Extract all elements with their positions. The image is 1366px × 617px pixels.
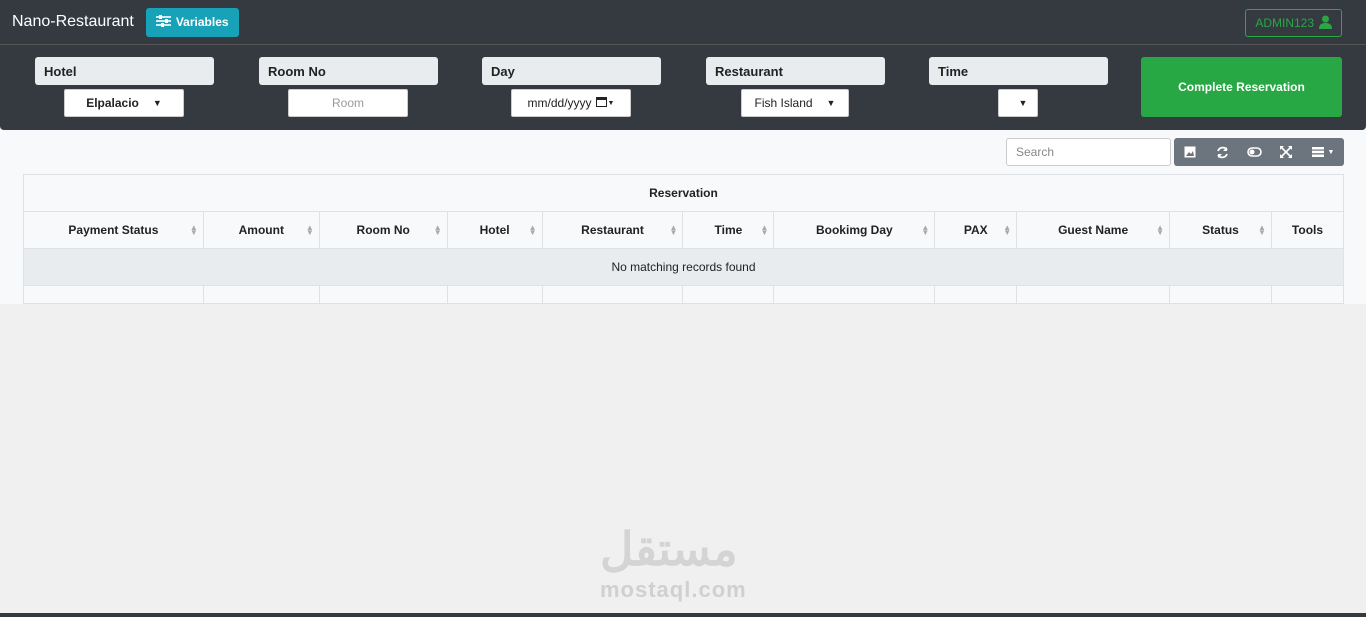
restaurant-label: Restaurant: [706, 57, 885, 85]
toggle-icon[interactable]: [1238, 138, 1270, 166]
reservation-table: Reservation Payment Status ▲ ▼ Amount ▲ ▼ Ro…: [23, 174, 1345, 304]
sort-icon: ▲ ▼: [669, 223, 678, 237]
mostaql-logo: مستقل: [600, 523, 738, 575]
restaurant-select[interactable]: Fish Island ▼: [741, 89, 849, 117]
table-toolbar: ▼: [1174, 138, 1344, 166]
chevron-down-icon: ▼: [1327, 148, 1335, 156]
refresh-icon[interactable]: [1206, 138, 1238, 166]
col-time[interactable]: Time ▲ ▼: [682, 211, 775, 249]
col-guest-name[interactable]: Guest Name ▲ ▼: [1016, 211, 1171, 249]
hotel-value: Elpalacio: [86, 96, 139, 110]
chevron-down-icon: ▼: [607, 99, 615, 107]
sort-icon: ▲ ▼: [921, 223, 930, 237]
col-pax[interactable]: PAX ▲ ▼: [934, 211, 1018, 249]
sort-icon: ▲ ▼: [189, 223, 198, 237]
room-placeholder: Room: [331, 96, 364, 110]
sort-icon: ▲ ▼: [305, 223, 314, 237]
col-hotel[interactable]: Hotel ▲ ▼: [446, 211, 543, 249]
time-select[interactable]: ▼: [998, 89, 1038, 117]
time-label: Time: [929, 57, 1108, 85]
list-icon: [1311, 147, 1324, 157]
col-booking-day[interactable]: Bookimg Day ▲ ▼: [773, 211, 936, 249]
sliders-icon: [155, 14, 171, 30]
admin-user-button[interactable]: ADMIN123: [1245, 9, 1342, 37]
sort-icon: ▲ ▼: [433, 223, 442, 237]
sort-icon: ▲ ▼: [1258, 223, 1266, 237]
complete-reservation-button[interactable]: Complete Reservation: [1141, 57, 1342, 117]
table-row: No matching records found: [23, 248, 1344, 286]
day-placeholder: mm/dd/yyyy: [527, 96, 592, 110]
admin-label: ADMIN123: [1255, 16, 1314, 30]
col-tools: Tools: [1270, 211, 1345, 249]
calendar-icon: [595, 96, 607, 110]
columns-menu-button[interactable]: ▼: [1302, 138, 1344, 166]
col-room-no[interactable]: Room No ▲ ▼: [318, 211, 448, 249]
search-input[interactable]: Search: [1006, 138, 1171, 166]
brand-title[interactable]: Nano-Restaurant: [12, 13, 134, 31]
hotel-label: Hotel: [35, 57, 214, 85]
room-label: Room No: [259, 57, 438, 85]
restaurant-value: Fish Island: [754, 96, 813, 110]
empty-message: No matching records found: [23, 248, 1344, 286]
fullscreen-icon[interactable]: [1270, 138, 1302, 166]
variables-button[interactable]: Variables: [145, 7, 239, 37]
variables-label: Variables: [175, 15, 229, 29]
reservation-table-area: Search ▼ Reservation Payment Status ▲ ▼ Am…: [0, 130, 1366, 304]
user-icon: [1319, 15, 1332, 32]
sort-icon: ▲ ▼: [760, 223, 769, 237]
col-amount[interactable]: Amount ▲ ▼: [202, 211, 320, 249]
col-status[interactable]: Status ▲ ▼: [1169, 211, 1272, 249]
sort-icon: ▲ ▼: [1003, 223, 1012, 237]
mostaql-url: mostaql.com: [600, 577, 747, 602]
chevron-down-icon: ▼: [826, 98, 836, 108]
reservation-form: Hotel Elpalacio ▼ Room No Room Day mm/dd…: [0, 45, 1366, 130]
table-caption: Reservation: [23, 174, 1344, 212]
sort-icon: ▲ ▼: [528, 223, 537, 237]
search-placeholder: Search: [1016, 145, 1055, 159]
room-input[interactable]: Room: [288, 89, 408, 117]
table-footer-row: [23, 285, 1345, 304]
chevron-down-icon: ▼: [1018, 98, 1028, 108]
hotel-select[interactable]: Elpalacio ▼: [64, 89, 184, 117]
col-restaurant[interactable]: Restaurant ▲ ▼: [541, 211, 684, 249]
bottom-bar: [0, 613, 1366, 617]
top-navbar: Nano-Restaurant Variables ADMIN123: [0, 0, 1366, 45]
image-icon[interactable]: [1174, 138, 1206, 166]
day-label: Day: [482, 57, 661, 85]
sort-icon: ▲ ▼: [1156, 223, 1165, 237]
chevron-down-icon: ▼: [152, 98, 162, 108]
day-date-input[interactable]: mm/dd/yyyy ▼: [511, 89, 631, 117]
header-row: Payment Status ▲ ▼ Amount ▲ ▼ Room No ▲ ▼ Hote…: [23, 211, 1345, 249]
col-payment-status[interactable]: Payment Status ▲ ▼: [23, 211, 204, 249]
